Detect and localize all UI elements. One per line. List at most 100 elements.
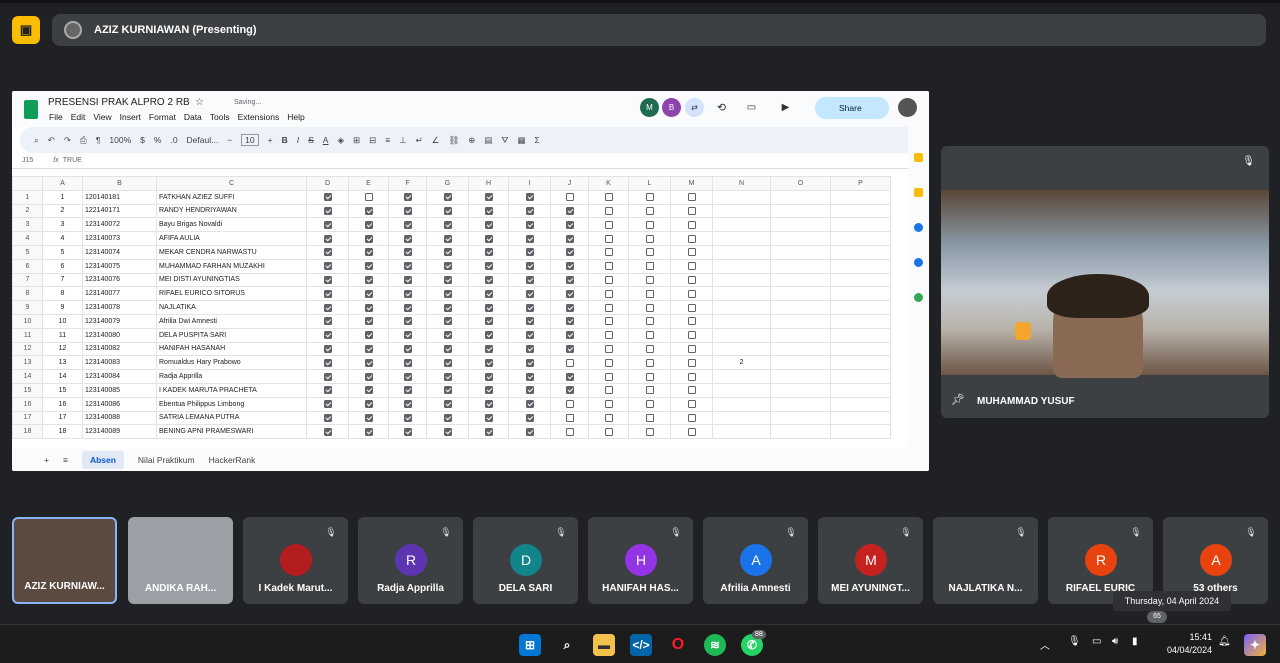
system-clock[interactable]: 15:41 04/04/2024: [1150, 631, 1212, 657]
column-header[interactable]: M: [670, 176, 713, 191]
participant-tile[interactable]: H 🎙︎ HANIFAH HAS...: [588, 517, 693, 604]
checkbox[interactable]: [323, 234, 332, 243]
cell-checkbox[interactable]: [628, 369, 671, 384]
cell-no[interactable]: 4: [42, 231, 83, 246]
checkbox[interactable]: [443, 317, 452, 326]
row-number[interactable]: 7: [12, 272, 43, 288]
cell-p[interactable]: [830, 424, 891, 440]
checkbox[interactable]: [604, 427, 613, 436]
meet-icon[interactable]: ▶: [776, 98, 795, 117]
cell-checkbox[interactable]: [388, 355, 427, 371]
cell-checkbox[interactable]: [306, 286, 349, 302]
share-button[interactable]: Share: [815, 97, 889, 119]
cell-checkbox[interactable]: [550, 244, 589, 260]
cell-checkbox[interactable]: [388, 313, 427, 329]
cell-nim[interactable]: 123140074: [82, 244, 157, 260]
cell-n[interactable]: [712, 327, 771, 343]
checkbox[interactable]: [403, 317, 412, 326]
checkbox[interactable]: [687, 248, 696, 257]
checkbox[interactable]: [364, 289, 373, 298]
checkbox[interactable]: [645, 427, 654, 436]
cell-p[interactable]: [830, 217, 891, 233]
column-header[interactable]: G: [426, 176, 469, 191]
cell-name[interactable]: RANDY HENDRIYAWAN: [156, 203, 307, 219]
checkbox[interactable]: [364, 386, 373, 395]
cell-checkbox[interactable]: [468, 189, 509, 205]
checkbox[interactable]: [364, 220, 373, 229]
cell-checkbox[interactable]: [628, 313, 671, 329]
checkbox[interactable]: [645, 275, 654, 284]
table-row[interactable]: 15 15 123140085 I KADEK MARUTA PRACHETA: [12, 382, 891, 398]
checkbox[interactable]: [443, 289, 452, 298]
column-header[interactable]: L: [628, 176, 671, 191]
participant-tile[interactable]: R 🎙︎ Radja Apprilla: [358, 517, 463, 604]
cell-checkbox[interactable]: [306, 244, 349, 260]
row-number[interactable]: 13: [12, 355, 43, 371]
cell-checkbox[interactable]: [588, 396, 629, 412]
cell-o[interactable]: [770, 203, 831, 219]
cell-name[interactable]: MUHAMMAD FARHAN MUZAKHI: [156, 258, 307, 274]
cell-checkbox[interactable]: [628, 355, 671, 371]
cell-checkbox[interactable]: [388, 231, 427, 246]
cell-name[interactable]: DELA PUSPITA SARI: [156, 327, 307, 343]
cell-nim[interactable]: 122140171: [82, 203, 157, 219]
cell-o[interactable]: [770, 244, 831, 260]
row-number[interactable]: 6: [12, 258, 43, 274]
cell-no[interactable]: 15: [42, 382, 83, 398]
cell-o[interactable]: [770, 313, 831, 329]
checkbox[interactable]: [565, 372, 574, 381]
cell-checkbox[interactable]: [348, 327, 389, 343]
cell-no[interactable]: 11: [42, 327, 83, 343]
cell-checkbox[interactable]: [348, 410, 389, 426]
checkbox[interactable]: [443, 234, 452, 243]
cell-checkbox[interactable]: [670, 300, 713, 315]
collaborator-m-icon[interactable]: M: [640, 98, 659, 117]
formula-input[interactable]: TRUE: [63, 157, 82, 164]
cell-checkbox[interactable]: [588, 327, 629, 343]
collaborators-icon[interactable]: ⇄: [685, 98, 704, 117]
participant-tile[interactable]: A 🎙︎ Afrilia Amnesti: [703, 517, 808, 604]
cell-checkbox[interactable]: [670, 369, 713, 384]
checkbox[interactable]: [604, 206, 613, 215]
collaborator-b-icon[interactable]: B: [662, 98, 681, 117]
cell-p[interactable]: [830, 258, 891, 274]
cell-name[interactable]: Ebentua Philippus Limbong: [156, 396, 307, 412]
table-row[interactable]: 11 11 123140080 DELA PUSPITA SARI: [12, 327, 891, 343]
cell-name[interactable]: NAJLATIKA: [156, 300, 307, 315]
cell-checkbox[interactable]: [388, 341, 427, 357]
contacts-icon[interactable]: [914, 258, 923, 267]
cell-checkbox[interactable]: [468, 355, 509, 371]
presenting-icon[interactable]: ▣: [12, 16, 40, 44]
checkbox[interactable]: [364, 400, 373, 409]
checkbox[interactable]: [645, 413, 654, 422]
cell-checkbox[interactable]: [468, 327, 509, 343]
cell-name[interactable]: Radja Apprilla: [156, 369, 307, 384]
cell-name[interactable]: HANIFAH HASANAH: [156, 341, 307, 357]
cell-no[interactable]: 13: [42, 355, 83, 371]
cell-checkbox[interactable]: [468, 231, 509, 246]
checkbox[interactable]: [645, 358, 654, 367]
checkbox[interactable]: [323, 220, 332, 229]
cell-checkbox[interactable]: [508, 396, 551, 412]
checkbox[interactable]: [565, 206, 574, 215]
align-icon[interactable]: ≡: [385, 135, 390, 145]
checkbox[interactable]: [565, 413, 574, 422]
tab-nilai-praktikum[interactable]: Nilai Praktikum: [138, 455, 195, 465]
checkbox[interactable]: [443, 262, 452, 271]
checkbox[interactable]: [565, 289, 574, 298]
search-icon[interactable]: ⌕: [34, 135, 39, 146]
name-box[interactable]: J15: [22, 157, 33, 164]
volume-icon[interactable]: 🔊︎: [1112, 636, 1118, 647]
cell-checkbox[interactable]: [550, 231, 589, 246]
cell-o[interactable]: [770, 382, 831, 398]
calendar-icon[interactable]: [914, 153, 923, 162]
row-number[interactable]: 4: [12, 231, 43, 246]
cell-checkbox[interactable]: [388, 203, 427, 219]
cell-checkbox[interactable]: [588, 258, 629, 274]
cell-nim[interactable]: 123140076: [82, 272, 157, 288]
views-icon[interactable]: ▦: [517, 135, 525, 146]
checkbox[interactable]: [687, 386, 696, 395]
cell-nim[interactable]: 123140080: [82, 327, 157, 343]
cell-checkbox[interactable]: [670, 272, 713, 288]
cell-checkbox[interactable]: [628, 203, 671, 219]
